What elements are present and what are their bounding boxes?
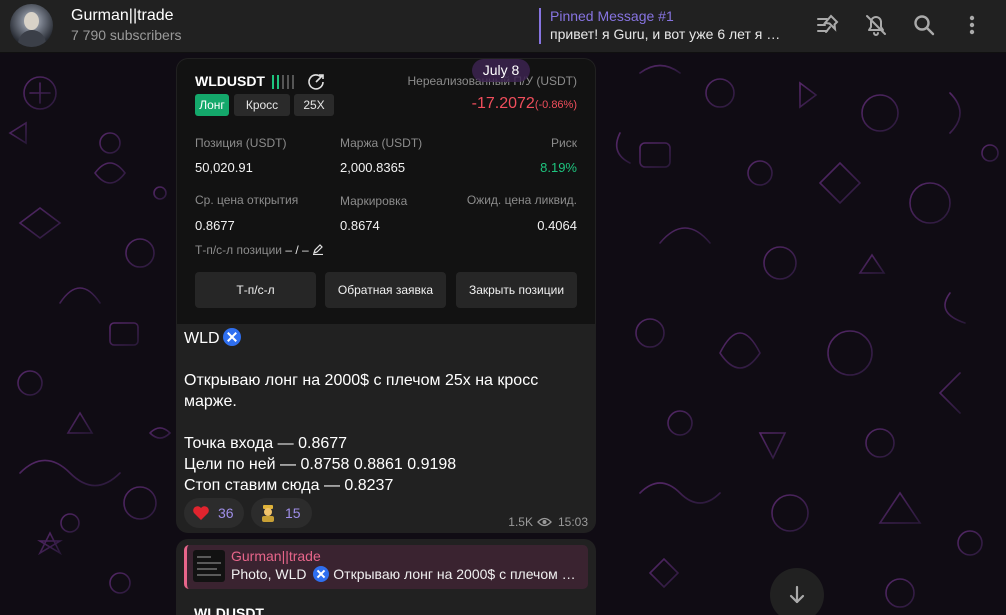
margin-label: Маржа (USDT) <box>340 136 423 150</box>
chat-header: Gurman||trade 7 790 subscribers Pinned M… <box>0 0 1006 53</box>
liq-price-value: 0.4064 <box>537 218 577 233</box>
message-text: WLD Открываю лонг на 2000$ с плечом 25х … <box>184 328 584 496</box>
signal-bars-icon <box>272 75 296 89</box>
heart-icon <box>193 506 209 520</box>
cross-emoji-icon <box>313 566 330 582</box>
pnl-amount: -17.2072 <box>471 95 535 112</box>
subscriber-count: 7 790 subscribers <box>71 27 182 43</box>
mark-price-value: 0.8674 <box>340 218 380 233</box>
reply-prefix: Photo, WLD <box>231 566 307 582</box>
reaction-person-count: 15 <box>285 505 301 521</box>
cross-emoji-icon <box>222 328 241 346</box>
reply-text: Photo, WLD Открываю лонг на 2000$ с плеч… <box>231 566 583 582</box>
message-time: 15:03 <box>557 515 588 529</box>
trade-pair: WLDUSDT <box>195 73 265 89</box>
message-bubble-2[interactable]: Gurman||trade Photo, WLD Открываю лонг н… <box>176 539 596 615</box>
margin-value: 2,000.8365 <box>340 160 406 175</box>
channel-title[interactable]: Gurman||trade <box>71 7 174 25</box>
reverse-order-button: Обратная заявка <box>325 272 446 308</box>
pinned-list-icon[interactable] <box>815 12 841 38</box>
risk-label: Риск <box>551 136 577 150</box>
reaction-heart[interactable]: 36 <box>184 498 244 528</box>
message-bubble[interactable]: WLDUSDT Лонг Кросс 25X Нереализованный П… <box>176 58 596 533</box>
pinned-text: привет! я Guru, и вот уже 6 лет я … <box>550 26 781 42</box>
tpsl-value: – / – <box>285 243 309 257</box>
date-separator: July 8 <box>472 59 530 82</box>
avatar-face <box>24 12 39 30</box>
reply-thumbnail <box>193 550 225 582</box>
more-menu-icon[interactable] <box>959 12 985 38</box>
person-emoji-icon <box>262 505 274 522</box>
tpsl-label: Т-п/с-л позиции <box>195 243 283 257</box>
search-icon[interactable] <box>911 12 937 38</box>
channel-avatar[interactable] <box>10 4 53 47</box>
tpsl-button: Т-п/с-л <box>195 272 316 308</box>
message-line-1: Открываю лонг на 2000$ с плечом 25х на к… <box>184 372 539 389</box>
entry-price-value: 0.8677 <box>195 218 235 233</box>
pnl-percent: (-0.86%) <box>534 99 577 111</box>
pnl-value: -17.2072(-0.86%) <box>472 95 577 113</box>
position-value: 50,020.91 <box>195 160 253 175</box>
message-ticker: WLD <box>184 330 220 347</box>
reply-rest: Открываю лонг на 2000$ с плечом … <box>333 566 576 582</box>
view-count: 1.5K <box>508 515 533 529</box>
position-label: Позиция (USDT) <box>195 136 287 150</box>
tpsl-row: Т-п/с-л позиции – / – <box>195 243 324 257</box>
reaction-heart-count: 36 <box>218 505 234 521</box>
reply-author: Gurman||trade <box>231 548 321 564</box>
chat-area[interactable]: WLDUSDT Лонг Кросс 25X Нереализованный П… <box>0 53 1006 615</box>
eye-icon <box>537 517 552 527</box>
reaction-person[interactable]: 15 <box>251 498 312 528</box>
mute-bell-icon[interactable] <box>863 12 889 38</box>
entry-price-label: Ср. цена открытия <box>195 193 299 207</box>
message-stop: Стоп ставим сюда — 0.8237 <box>184 477 394 494</box>
close-position-button: Закрыть позиции <box>456 272 577 308</box>
next-trade-pair: WLDUSDT <box>194 605 264 615</box>
reply-preview[interactable]: Gurman||trade Photo, WLD Открываю лонг н… <box>184 545 588 589</box>
message-meta: 1.5K 15:03 <box>508 515 588 529</box>
pinned-message[interactable]: Pinned Message #1 привет! я Guru, и вот … <box>539 8 784 44</box>
scroll-down-button[interactable] <box>770 568 824 615</box>
share-edit-icon <box>308 74 324 90</box>
pinned-title: Pinned Message #1 <box>550 8 674 24</box>
trade-screenshot[interactable]: WLDUSDT Лонг Кросс 25X Нереализованный П… <box>177 59 595 324</box>
message-entry: Точка входа — 0.8677 <box>184 435 348 452</box>
long-tag: Лонг <box>195 94 229 116</box>
liq-price-label: Ожид. цена ликвид. <box>466 193 577 207</box>
message-line-2: марже. <box>184 393 237 410</box>
risk-value: 8.19% <box>540 160 577 175</box>
leverage-tag: 25X <box>294 94 334 116</box>
mark-price-label: Маркировка <box>340 194 408 208</box>
pencil-icon <box>313 244 324 256</box>
message-targets: Цели по ней — 0.8758 0.8861 0.9198 <box>184 456 457 473</box>
arrow-down-icon <box>789 585 805 604</box>
avatar-body <box>18 30 46 47</box>
cross-tag: Кросс <box>234 94 290 116</box>
